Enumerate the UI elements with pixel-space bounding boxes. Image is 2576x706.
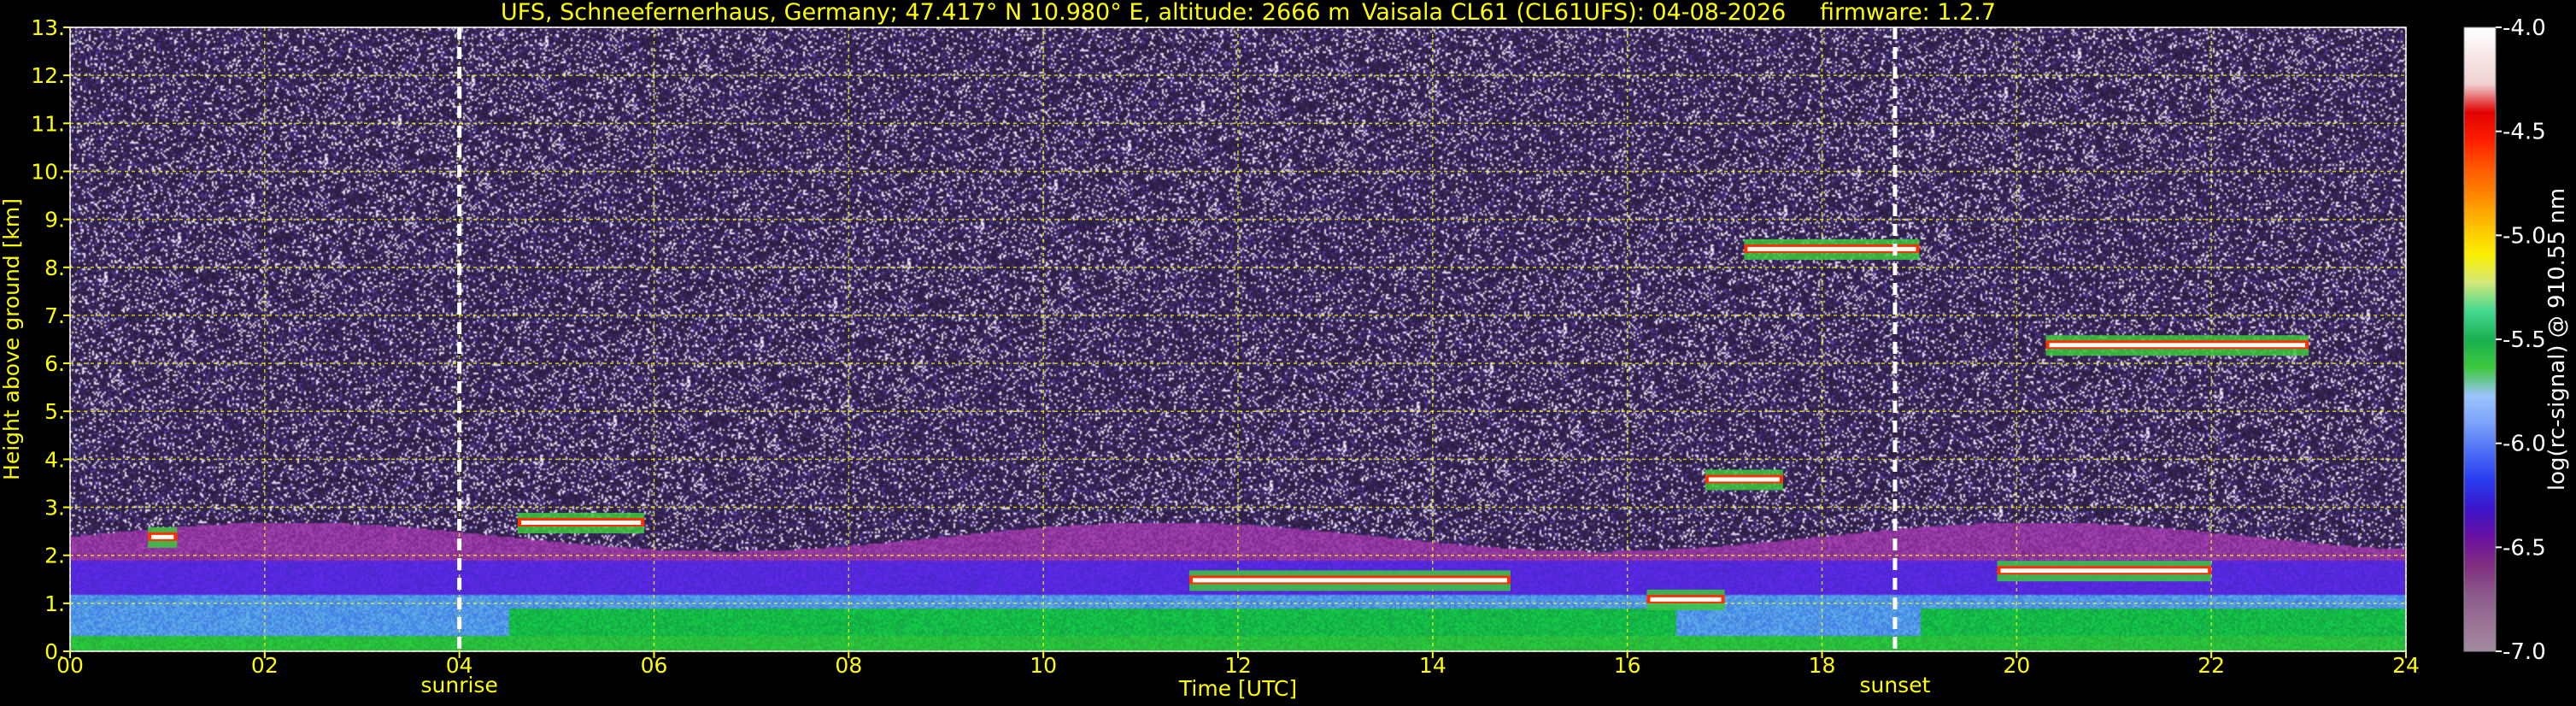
- title-site: UFS, Schneefernerhaus, Germany; 47.417° …: [501, 0, 1350, 26]
- y-tick-label: 3.: [44, 496, 65, 521]
- cloud-core: [2049, 343, 2306, 348]
- y-tick-label: 10.: [31, 159, 65, 184]
- y-tick-label: 6.: [44, 351, 65, 376]
- y-tick-label: 4.: [44, 447, 65, 472]
- cloud-core: [521, 521, 642, 525]
- colorbar-tick-label: -4.0: [2503, 15, 2546, 41]
- y-tick-label: 9.: [44, 208, 65, 232]
- colorbar-tick-label: -5.0: [2503, 223, 2546, 249]
- y-tick-label: 2.: [44, 544, 65, 568]
- x-tick-label: 08: [835, 653, 862, 678]
- colorbar-gradient: [2463, 26, 2497, 652]
- x-tick-label: 14: [1419, 653, 1446, 678]
- x-axis-title: Time [UTC]: [1178, 676, 1297, 701]
- colorbar-label: log(rc-signal) @ 910.55 nm: [2544, 188, 2570, 491]
- x-tick-label: 04: [446, 653, 473, 678]
- y-tick-label: 0.: [44, 639, 65, 664]
- colorbar-tick-label: -4.5: [2503, 120, 2546, 145]
- ceilometer-figure: sunrise sunset 00 02 04 06 08 10 12 14 16 18 20 22 24…: [0, 0, 2576, 706]
- colorbar-tick-label: -7.0: [2503, 639, 2546, 665]
- cloud-core: [2000, 568, 2209, 574]
- y-axis-title: Height above ground [km]: [0, 198, 24, 480]
- cloud-core: [1193, 578, 1507, 583]
- y-tick-label: 7.: [44, 303, 65, 328]
- x-tick-label: 10: [1030, 653, 1057, 678]
- x-tick-label: 20: [2003, 653, 2030, 678]
- colorbar-tick-label: -5.5: [2503, 327, 2546, 353]
- x-tick-label: 24: [2392, 653, 2420, 678]
- y-tick-label: 1.: [44, 591, 65, 616]
- x-tick-label: 02: [251, 653, 279, 678]
- y-tick-label: 5.: [44, 399, 65, 424]
- title-firmware: firmware: 1.2.7: [1820, 0, 1996, 26]
- colorbar: -4.0 -4.5 -5.0 -5.5 -6.0 -6.5 -7.0: [2463, 15, 2546, 665]
- chart-overlay: sunrise sunset 00 02 04 06 08 10 12 14 16 18 20 22 24…: [0, 0, 2570, 701]
- x-tick-label: 18: [1809, 653, 1836, 678]
- y-tick-label: 11.: [31, 111, 65, 136]
- cloud-core: [1650, 597, 1722, 602]
- cloud-layers: [148, 238, 2309, 610]
- colorbar-tick-label: -6.5: [2503, 535, 2546, 561]
- chart-title-group: UFS, Schneefernerhaus, Germany; 47.417° …: [501, 0, 1996, 26]
- y-tick-label: 13.: [31, 15, 65, 40]
- cloud-core: [1747, 246, 1916, 251]
- y-tick-label: 8.: [44, 256, 65, 280]
- x-tick-label: 12: [1224, 653, 1252, 678]
- x-tick-label: 16: [1614, 653, 1641, 678]
- y-tick-label: 12.: [31, 63, 65, 88]
- sunset-label: sunset: [1859, 673, 1930, 697]
- cloud-core: [151, 534, 174, 539]
- colorbar-tick-label: -6.0: [2503, 432, 2546, 457]
- title-instrument: Vaisala CL61 (CL61UFS): 04-08-2026: [1362, 0, 1786, 26]
- x-tick-label: 22: [2198, 653, 2225, 678]
- x-tick-label: 06: [641, 653, 668, 678]
- cloud-core: [1708, 477, 1780, 482]
